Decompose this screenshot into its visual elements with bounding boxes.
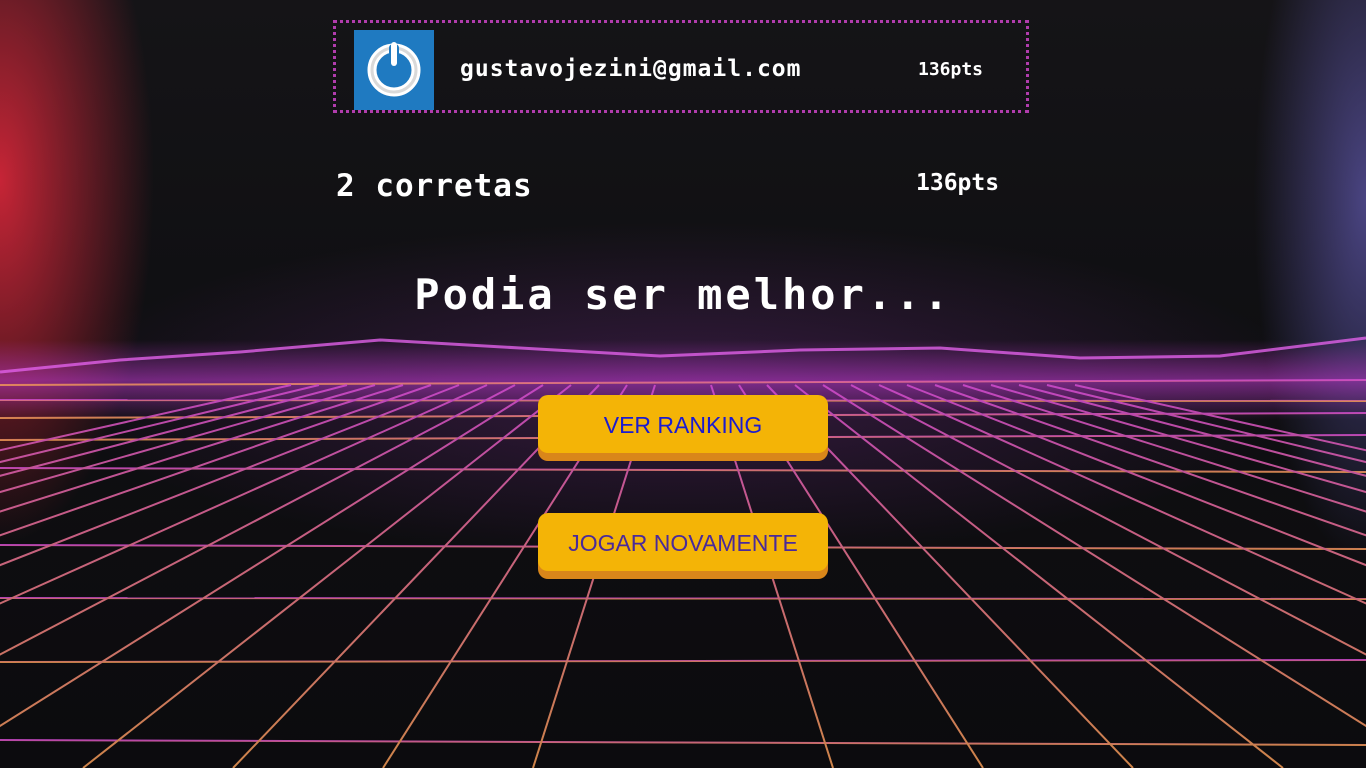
player-card: gustavojezini@gmail.com 136pts [333, 20, 1029, 113]
feedback-message: Podia ser melhor... [414, 270, 952, 319]
correct-answers-count: 2 corretas [336, 168, 533, 204]
results-screen: gustavojezini@gmail.com 136pts 2 correta… [0, 0, 1366, 768]
avatar[interactable] [354, 30, 434, 110]
final-score: 136pts [916, 170, 1000, 196]
play-again-button[interactable]: JOGAR NOVAMENTE [538, 513, 828, 571]
power-icon [367, 42, 421, 97]
synthwave-grid-background [0, 336, 1366, 768]
player-email: gustavojezini@gmail.com [460, 56, 802, 82]
view-ranking-button[interactable]: VER RANKING [538, 395, 828, 453]
player-points: 136pts [918, 59, 984, 80]
